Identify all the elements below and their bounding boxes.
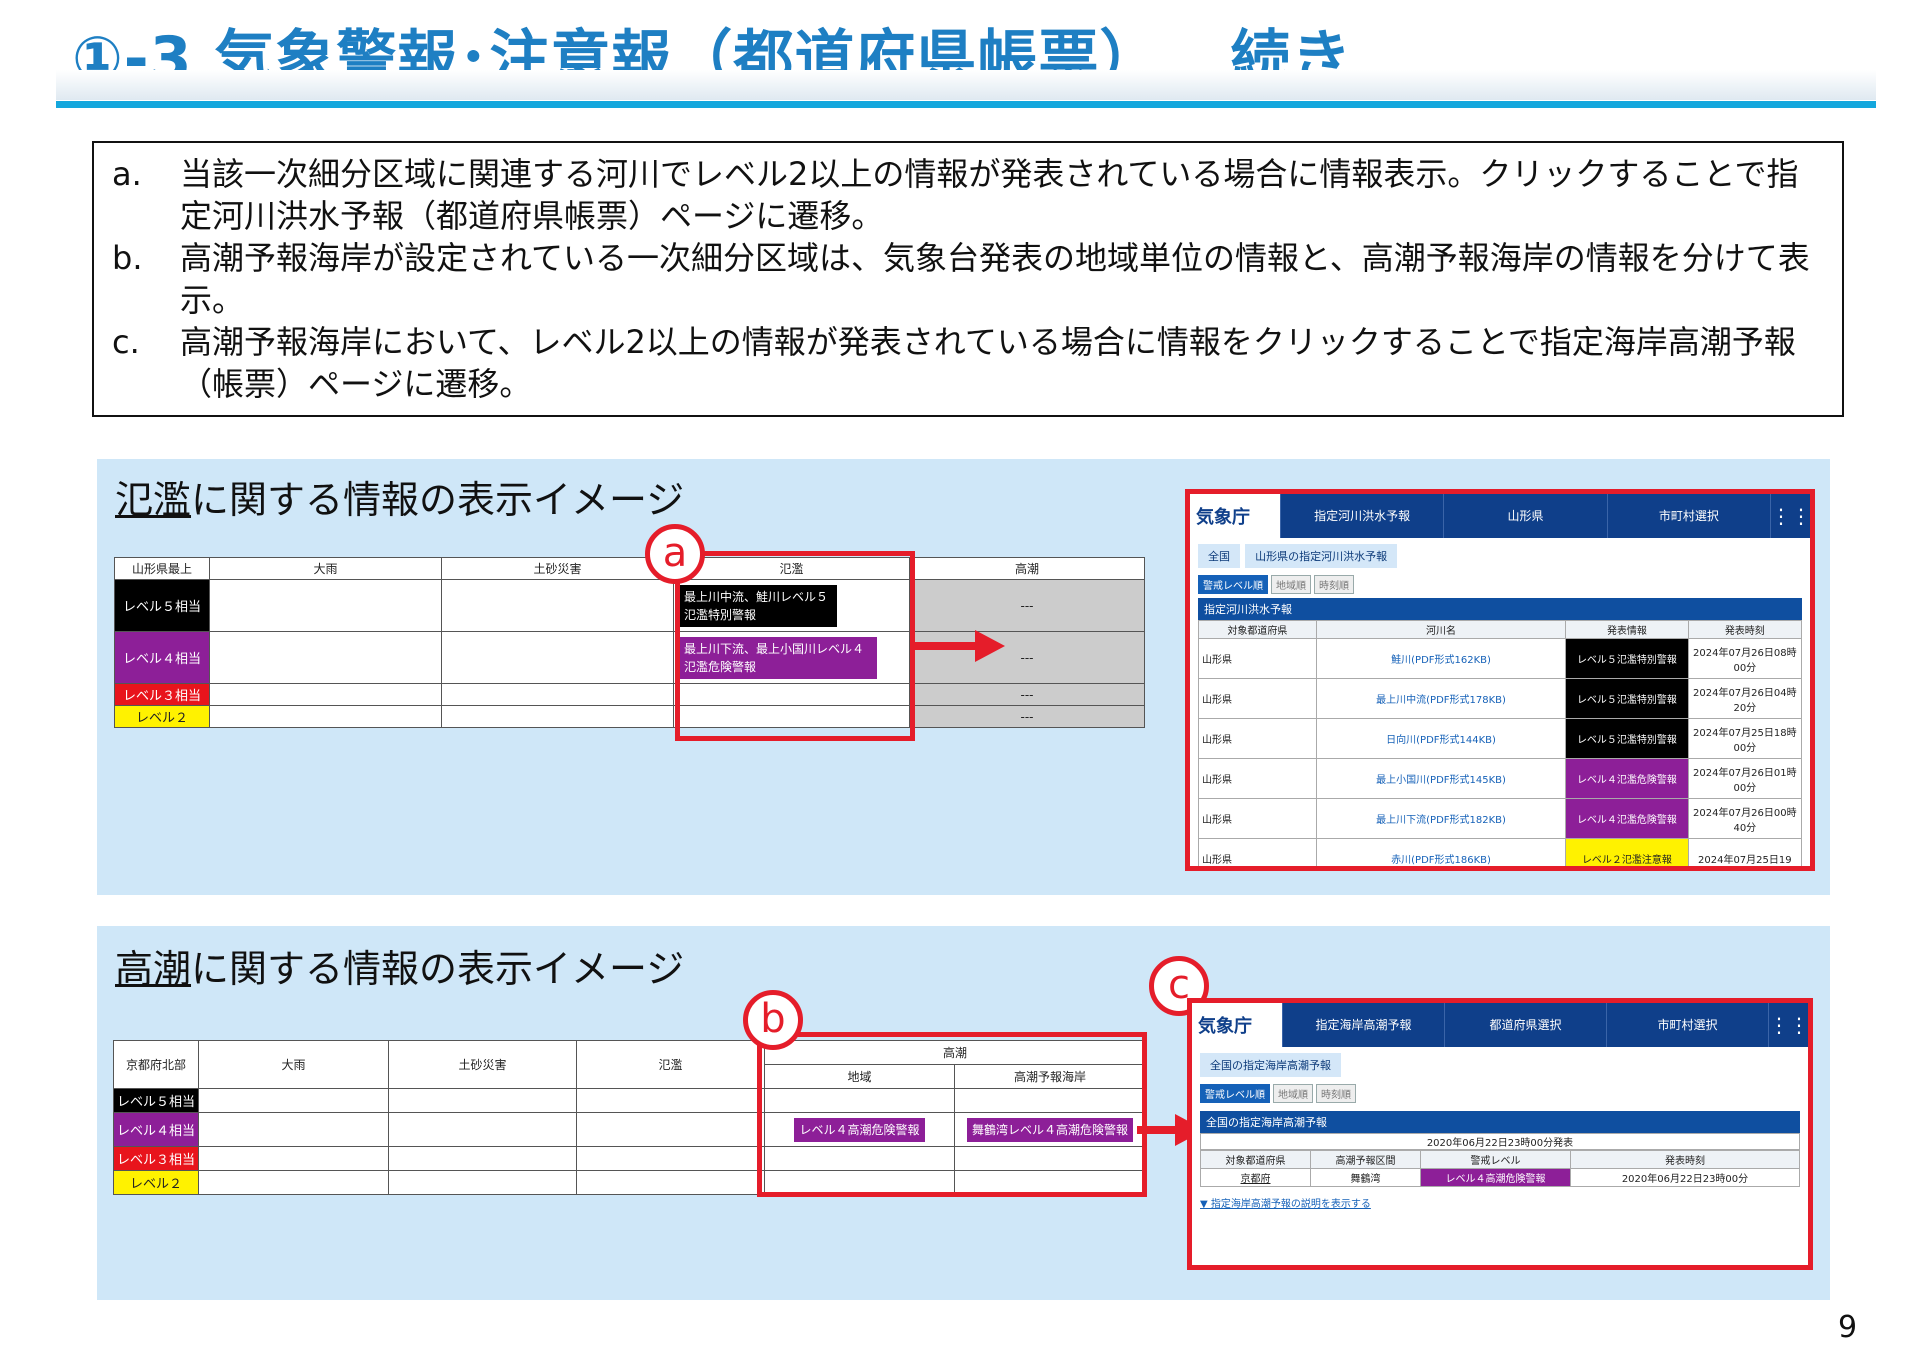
flood-panel: 氾濫に関する情報の表示イメージ 山形県最上 大雨 土砂災害 氾濫 高潮 レベル５相当 最上…: [97, 459, 1830, 895]
breadcrumb-all[interactable]: 全国: [1198, 544, 1240, 568]
explanation-link[interactable]: ▼ 指定海岸高潮予報の説明を表示する: [1200, 1195, 1800, 1210]
description-box: a. 当該一次細分区域に関連する河川でレベル2以上の情報が発表されている場合に情報…: [92, 141, 1844, 417]
level-4-label: レベル４相当: [114, 631, 210, 684]
arrowhead-a: [975, 630, 1005, 662]
sort-tabs: 警戒レベル順 地域順 時刻順: [1198, 574, 1802, 594]
flood-panel-title: 氾濫に関する情報の表示イメージ: [115, 478, 685, 522]
table-row: 山形県 鮭川(PDF形式162KB) レベル５氾濫特別警報 2024年07月26日08…: [1198, 638, 1803, 679]
desc-item-a: a. 当該一次細分区域に関連する河川でレベル2以上の情報が発表されている場合に情報…: [112, 155, 1799, 235]
level-5-label: レベル５相当: [114, 579, 210, 632]
breadcrumb-current: 全国の指定海岸高潮予報: [1200, 1053, 1341, 1077]
marker-a: a: [645, 524, 705, 584]
table-row: 山形県 赤川(PDF形式186KB) レベル２氾濫注意報 2024年07月25日19: [1198, 838, 1803, 866]
storm-surge-panel: 高潮に関する情報の表示イメージ 京都府北部 大雨 土砂災害 氾濫 高潮 地域 高潮予報海岸…: [97, 926, 1830, 1300]
jma-logo: 気象庁: [1190, 494, 1280, 538]
nav-municipality[interactable]: 市町村選択: [1606, 494, 1770, 538]
surge-forecast-bar: 全国の指定海岸高潮予報: [1200, 1111, 1800, 1133]
arrow-b: [1137, 1126, 1177, 1134]
nav-municipality-select[interactable]: 市町村選択: [1606, 1003, 1768, 1047]
page-number: 9: [1838, 1310, 1858, 1345]
jma-logo: 気象庁: [1192, 1003, 1282, 1047]
highlight-box-b: [757, 1032, 1147, 1197]
highlight-box-a: [675, 551, 915, 741]
storm-surge-forecast-screenshot: 気象庁 指定海岸高潮予報 都道府県選択 市町村選択 ⋮⋮⋮ 全国の指定海岸高潮予…: [1187, 998, 1813, 1270]
arrow-a: [915, 642, 977, 650]
nav-surge-forecast[interactable]: 指定海岸高潮予報: [1282, 1003, 1444, 1047]
table-row: 京都府 舞鶴湾 レベル４高潮危険警報 2020年06月22日23時00分: [1200, 1168, 1800, 1187]
marker-b: b: [743, 990, 803, 1050]
table-row: 山形県 最上川中流(PDF形式178KB) レベル５氾濫特別警報 2024年07月26…: [1198, 678, 1803, 719]
desc-item-b: b. 高潮予報海岸が設定されている一次細分区域は、気象台発表の地域単位の情報と、高…: [112, 239, 1810, 319]
title-band: [56, 70, 1876, 100]
nav-prefecture[interactable]: 山形県: [1443, 494, 1606, 538]
sort-tabs: 警戒レベル順 地域順 時刻順: [1200, 1083, 1800, 1103]
grid-menu-icon[interactable]: ⋮⋮⋮: [1768, 1003, 1808, 1047]
issued-time: 2020年06月22日23時00分発表: [1200, 1133, 1800, 1150]
nav-prefecture-select[interactable]: 都道府県選択: [1444, 1003, 1606, 1047]
desc-item-c: c. 高潮予報海岸において、レベル2以上の情報が発表されている場合に情報をクリック…: [112, 323, 1796, 403]
level-3-label: レベル３相当: [114, 683, 210, 706]
surge-forecast-table: 対象都道府県 高潮予報区間 警戒レベル 発表時刻 京都府 舞鶴湾 レベル４高潮危険警報 20…: [1200, 1150, 1800, 1187]
table-row: 山形県 最上川下流(PDF形式182KB) レベル４氾濫危険警報 2024年07月26…: [1198, 798, 1803, 839]
level-2-label: レベル２: [114, 705, 210, 728]
title-underline: [56, 101, 1876, 108]
flood-forecast-screenshot: 気象庁 指定河川洪水予報 山形県 市町村選択 ⋮⋮⋮ 全国 山形県の指定河川洪水…: [1185, 489, 1815, 871]
table-row: 山形県 日向川(PDF形式144KB) レベル５氾濫特別警報 2024年07月25日1…: [1198, 718, 1803, 759]
table-row: 山形県 最上小国川(PDF形式145KB) レベル４氾濫危険警報 2024年07月26…: [1198, 758, 1803, 799]
flood-forecast-table: 対象都道府県 河川名 発表情報 発表時刻 山形県 鮭川(PDF形式162KB) レベル５氾…: [1198, 620, 1803, 866]
storm-surge-panel-title: 高潮に関する情報の表示イメージ: [115, 947, 685, 991]
flood-forecast-bar: 指定河川洪水予報: [1198, 598, 1802, 620]
nav-flood-forecast[interactable]: 指定河川洪水予報: [1280, 494, 1443, 538]
grid-menu-icon[interactable]: ⋮⋮⋮: [1769, 494, 1810, 538]
breadcrumb-current: 山形県の指定河川洪水予報: [1245, 544, 1398, 568]
